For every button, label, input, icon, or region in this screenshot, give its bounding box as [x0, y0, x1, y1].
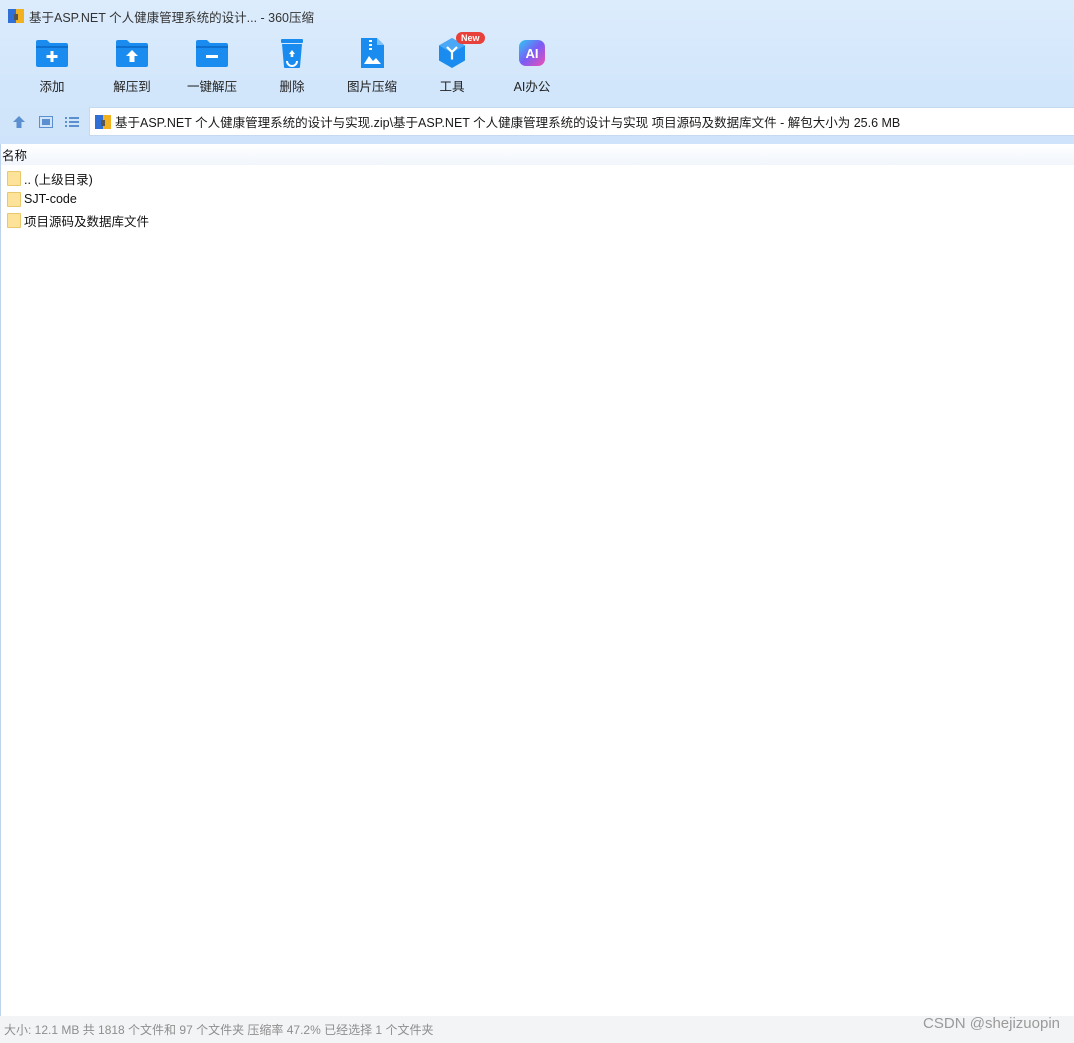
column-header-label: 名称 [2, 149, 28, 163]
column-header-name[interactable]: 名称 [1, 144, 1074, 165]
folder-oneclick-extract-icon [195, 36, 229, 70]
list-view-button[interactable] [63, 113, 81, 131]
delete-button[interactable]: 删除 [252, 36, 332, 100]
recycle-bin-icon [275, 36, 309, 70]
main-toolbar: 添加 解压到 一键解压 删除 图片压缩 New 工具 AI AI办公 [12, 32, 572, 100]
one-click-extract-button[interactable]: 一键解压 [172, 36, 252, 100]
watermark: CSDN @shejizuopin [923, 1015, 1060, 1032]
one-click-extract-button-label: 一键解压 [186, 80, 237, 94]
ai-office-button[interactable]: AI AI办公 [492, 36, 572, 100]
thumbnail-view-icon [39, 116, 53, 128]
title-bar: 基于ASP.NET 个人健康管理系统的设计... - 360压缩 [0, 0, 1074, 32]
add-button[interactable]: 添加 [12, 36, 92, 100]
extract-to-button-label: 解压到 [113, 80, 151, 94]
up-level-button[interactable] [10, 113, 28, 131]
ai-office-button-label: AI办公 [513, 80, 551, 94]
image-compress-icon [355, 36, 389, 70]
folder-extract-icon [115, 36, 149, 70]
tools-button-label: 工具 [439, 80, 465, 94]
extract-to-button[interactable]: 解压到 [92, 36, 172, 100]
folder-add-icon [35, 36, 69, 70]
folder-icon [7, 191, 21, 207]
address-bar[interactable]: 基于ASP.NET 个人健康管理系统的设计与实现.zip\基于ASP.NET 个… [89, 107, 1074, 136]
list-item-parent-directory[interactable]: .. (上级目录) [7, 168, 93, 188]
toolbar-band: 基于ASP.NET 个人健康管理系统的设计... - 360压缩 添加 解压到 … [0, 0, 1074, 144]
archive-app-icon [8, 9, 24, 23]
svg-text:AI: AI [526, 46, 539, 61]
window-title: 基于ASP.NET 个人健康管理系统的设计... - 360压缩 [29, 10, 315, 25]
file-list: 名称 .. (上级目录) SJT-code 项目源码及数据库文件 [0, 144, 1074, 1016]
ai-office-icon: AI [515, 36, 549, 70]
status-text: 大小: 12.1 MB 共 1818 个文件和 97 个文件夹 压缩率 47.2… [4, 1023, 434, 1037]
list-item-source-and-database[interactable]: 项目源码及数据库文件 [7, 210, 149, 230]
address-path: 基于ASP.NET 个人健康管理系统的设计与实现.zip\基于ASP.NET 个… [115, 116, 901, 130]
file-name: .. (上级目录) [24, 172, 93, 187]
tools-button[interactable]: New 工具 [412, 32, 492, 100]
file-name: 项目源码及数据库文件 [24, 214, 150, 229]
thumbnail-view-button[interactable] [37, 113, 55, 131]
new-badge: New [456, 32, 485, 44]
folder-icon [7, 170, 21, 186]
status-bar: 大小: 12.1 MB 共 1818 个文件和 97 个文件夹 压缩率 47.2… [0, 1016, 1074, 1043]
archive-icon [95, 114, 111, 129]
file-name: SJT-code [24, 192, 77, 206]
address-row: 基于ASP.NET 个人健康管理系统的设计与实现.zip\基于ASP.NET 个… [0, 107, 1074, 137]
list-view-icon [65, 117, 79, 127]
arrow-up-icon [13, 116, 25, 128]
add-button-label: 添加 [39, 80, 65, 94]
image-compress-button[interactable]: 图片压缩 [332, 36, 412, 100]
list-item-sjt-code[interactable]: SJT-code [7, 189, 77, 209]
folder-icon [7, 212, 21, 228]
image-compress-button-label: 图片压缩 [346, 80, 397, 94]
app-window: 基于ASP.NET 个人健康管理系统的设计... - 360压缩 添加 解压到 … [0, 0, 1074, 1043]
delete-button-label: 删除 [279, 80, 305, 94]
